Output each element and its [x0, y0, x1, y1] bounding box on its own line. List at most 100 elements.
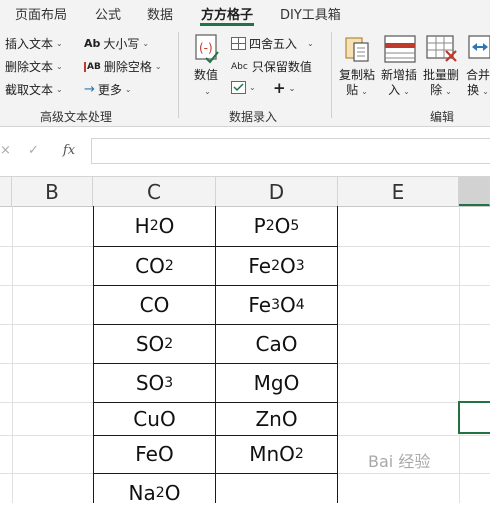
formula-text: P — [253, 214, 266, 238]
chevron-down-icon: ⌄ — [56, 85, 63, 94]
extract-text-button[interactable]: 截取文本 ⌄ — [5, 81, 63, 98]
cell-d6[interactable]: ZnO — [216, 402, 337, 435]
formula-text: SO — [135, 331, 165, 356]
ribbon: 插入文本 ⌄ 删除文本 ⌄ 截取文本 ⌄ Ab 大小写 ⌄ AB 删除空格 ⌄ → 更多 ⌄… — [0, 26, 490, 127]
fill-check-button[interactable]: ⌄ — [231, 81, 256, 94]
delete-text-button[interactable]: 删除文本 ⌄ — [5, 58, 63, 75]
column-header-d[interactable]: D — [216, 177, 338, 206]
copy-paste-button[interactable]: 复制粘贴 ⌄ — [339, 68, 375, 99]
ribbon-tab-bar: 页面布局 公式 数据 方方格子 DIY工具箱 — [0, 0, 490, 26]
chevron-down-icon: ⌄ — [361, 87, 368, 96]
chevron-down-icon: ⌄ — [56, 39, 63, 48]
checkbox-grid-icon — [231, 81, 246, 94]
insert-button[interactable]: 新增插入 ⌄ — [381, 68, 417, 99]
table-border — [337, 206, 338, 503]
cell-d4[interactable]: CaO — [216, 324, 337, 363]
insert-rows-icon — [384, 35, 416, 63]
formula-text: FeO — [135, 442, 174, 466]
column-header-c[interactable]: C — [93, 177, 216, 206]
chevron-down-icon: ⌄ — [288, 83, 296, 93]
cell-c7[interactable]: FeO — [94, 435, 215, 473]
round-icon — [231, 37, 246, 50]
chevron-down-icon: ⌄ — [482, 87, 489, 96]
batch-delete-button[interactable]: 批量删除 ⌄ — [423, 68, 459, 99]
tab-data[interactable]: 数据 — [147, 4, 173, 23]
chevron-down-icon: ⌄ — [142, 39, 150, 48]
formula-text: CO — [135, 253, 165, 278]
formula-input[interactable] — [91, 138, 490, 164]
arrow-right-icon: → — [84, 82, 95, 97]
watermark: Bai 经验 — [368, 452, 431, 471]
keep-value-icon: Abc — [231, 61, 248, 72]
formula-text: Na — [128, 481, 156, 505]
cell-c6[interactable]: CuO — [94, 402, 215, 435]
cell-d2[interactable]: Fe 2 O 3 — [216, 246, 337, 285]
formula-text: O — [158, 214, 175, 238]
formula-text: MnO — [249, 442, 295, 466]
formula-bar-controls: × ✓ fx — [0, 138, 90, 162]
insert-function-icon[interactable]: fx — [63, 143, 75, 158]
group-divider — [178, 32, 179, 118]
tab-formulas[interactable]: 公式 — [95, 4, 121, 23]
group-divider — [331, 32, 332, 118]
insert-text-button[interactable]: 插入文本 ⌄ — [5, 35, 63, 52]
cell-d1[interactable]: P2O5 — [216, 206, 337, 246]
cell-c4[interactable]: SO 2 — [94, 324, 215, 363]
delete-space-button[interactable]: AB 删除空格 ⌄ — [84, 58, 162, 75]
chevron-down-icon: ⌄ — [445, 87, 452, 96]
formula-text: Fe — [248, 292, 272, 317]
formula-text: CaO — [255, 331, 298, 356]
column-header-a[interactable] — [0, 177, 12, 206]
cell-d7[interactable]: MnO 2 — [216, 435, 337, 473]
chevron-down-icon: ⌄ — [307, 39, 314, 48]
formula-text: O — [279, 253, 296, 278]
cell-c3[interactable]: CO — [94, 285, 215, 324]
cell-c8[interactable]: Na 2 O — [94, 473, 215, 513]
group-label-data-entry: 数据录入 — [229, 110, 278, 124]
formula-text: O — [274, 214, 291, 238]
number-value-icon: (-) — [195, 34, 219, 64]
chevron-down-icon: ⌄ — [56, 62, 63, 71]
batch-delete-icon — [426, 35, 457, 62]
number-value-button[interactable]: 数值 ⌄ — [194, 68, 218, 99]
cell-c1[interactable]: H2O — [94, 206, 215, 246]
cancel-icon[interactable]: × — [0, 143, 12, 158]
more-button[interactable]: → 更多 ⌄ — [84, 81, 132, 98]
merge-button[interactable]: 合并换 ⌄ — [466, 68, 490, 99]
plus-button[interactable]: + ⌄ — [273, 79, 295, 97]
chevron-down-icon: ⌄ — [249, 83, 256, 92]
round-button[interactable]: 四舍五入 ⌄ — [231, 35, 314, 52]
column-header-b[interactable]: B — [12, 177, 93, 206]
formula-text: SO — [135, 370, 165, 395]
case-icon: Ab — [84, 37, 101, 50]
tab-fangfang-gezi[interactable]: 方方格子 — [201, 4, 253, 23]
merge-icon — [468, 35, 490, 59]
formula-text: Fe — [248, 253, 272, 278]
cell-c5[interactable]: SO 3 — [94, 363, 215, 402]
cell-d8[interactable] — [216, 473, 337, 513]
keep-value-button[interactable]: Abc 只保留数值 — [231, 58, 312, 75]
cell-d5[interactable]: MgO — [216, 363, 337, 402]
chevron-down-icon: ⌄ — [124, 85, 132, 94]
active-cell-selection[interactable] — [458, 401, 490, 434]
group-label-text-processing: 高级文本处理 — [40, 110, 113, 124]
formula-text: CuO — [133, 406, 176, 431]
confirm-icon[interactable]: ✓ — [28, 143, 39, 158]
cell-d3[interactable]: Fe 3 O 4 — [216, 285, 337, 324]
group-label-edit: 编辑 — [430, 110, 455, 124]
case-button[interactable]: Ab 大小写 ⌄ — [84, 35, 149, 52]
column-header-f[interactable] — [459, 177, 490, 206]
column-header-bar: B C D E — [0, 176, 490, 207]
formula-text: CO — [139, 292, 170, 317]
grid-line — [12, 206, 13, 503]
delete-space-icon: AB — [84, 61, 101, 72]
cell-c2[interactable]: CO 2 — [94, 246, 215, 285]
tab-page-layout[interactable]: 页面布局 — [15, 4, 67, 23]
formula-text: H — [134, 214, 150, 238]
column-header-e[interactable]: E — [338, 177, 459, 206]
grid-line — [459, 206, 460, 503]
formula-text: O — [279, 292, 296, 317]
tab-diy-toolbox[interactable]: DIY工具箱 — [280, 4, 341, 23]
formula-text: MgO — [253, 370, 300, 395]
chevron-down-icon: ⌄ — [403, 87, 410, 96]
